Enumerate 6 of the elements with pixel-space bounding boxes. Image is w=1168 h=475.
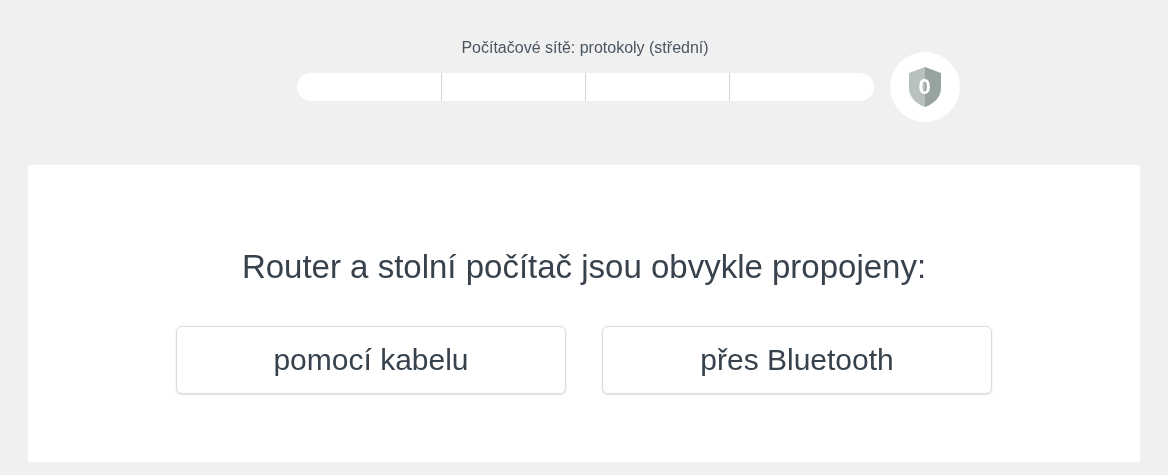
answer-button[interactable]: přes Bluetooth xyxy=(602,326,992,394)
level-number: 0 xyxy=(918,74,931,100)
question-text: Router a stolní počítač jsou obvykle propojeny: xyxy=(241,248,927,286)
shield-icon xyxy=(907,66,942,108)
course-title: Počítačové sítě: protokoly (střední) xyxy=(461,38,709,58)
answer-button[interactable]: pomocí kabelu xyxy=(176,326,566,394)
